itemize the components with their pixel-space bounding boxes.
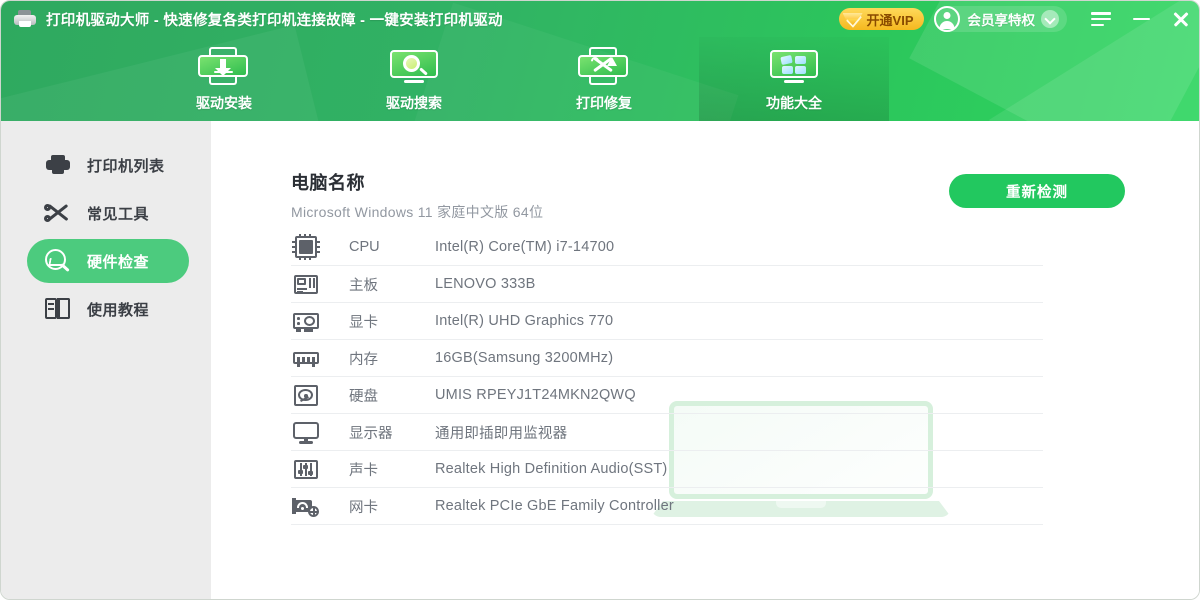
title-bar-controls: 开通VIP 会员享特权: [839, 1, 1200, 37]
hardware-value: Realtek High Definition Audio(SST): [435, 461, 667, 477]
window-header: 打印机驱动大师 - 快速修复各类打印机连接故障 - 一键安装打印机驱动 开通VI…: [1, 1, 1200, 121]
minimize-icon: [1133, 18, 1150, 21]
printer-icon: [43, 152, 73, 178]
monitor-icon: [291, 419, 321, 445]
table-row: 硬盘 UMIS RPEYJ1T24MKN2QWQ: [291, 377, 1043, 414]
pc-info-header: 电脑名称 Microsoft Windows 11 家庭中文版 64位: [291, 169, 543, 222]
table-row: 显示器 通用即插即用监视器: [291, 414, 1043, 451]
motherboard-icon: [291, 271, 321, 297]
monitor-grid-icon: [766, 46, 822, 90]
hardware-label: 硬盘: [349, 385, 435, 406]
member-privilege-button[interactable]: 会员享特权: [934, 6, 1068, 32]
hardware-label: CPU: [349, 239, 435, 255]
hardware-label: 显示器: [349, 422, 435, 443]
os-version-text: Microsoft Windows 11 家庭中文版 64位: [291, 202, 543, 222]
cpu-icon: [291, 234, 321, 260]
monitor-search-icon: [386, 46, 442, 90]
gpu-icon: [291, 308, 321, 334]
member-privilege-label: 会员享特权: [968, 9, 1036, 29]
printer-logo-icon: [13, 9, 37, 29]
tutorial-book-icon: [43, 296, 73, 322]
nav-tab-all-features[interactable]: 功能大全: [699, 37, 889, 121]
hardware-label: 内存: [349, 348, 435, 369]
table-row: 内存 16GB(Samsung 3200MHz): [291, 340, 1043, 377]
hamburger-icon: [1091, 12, 1111, 26]
open-vip-button[interactable]: 开通VIP: [839, 8, 924, 30]
nav-tab-label: 驱动搜索: [386, 93, 442, 113]
sidebar-item-hardware-check[interactable]: 硬件检查: [27, 239, 189, 283]
title-bar: 打印机驱动大师 - 快速修复各类打印机连接故障 - 一键安装打印机驱动 开通VI…: [1, 1, 1200, 37]
close-icon: [1172, 10, 1190, 28]
hardware-label: 声卡: [349, 459, 435, 480]
diamond-icon: [843, 11, 863, 27]
table-row: 声卡 Realtek High Definition Audio(SST): [291, 451, 1043, 488]
sidebar-item-label: 打印机列表: [87, 155, 165, 176]
hardware-value: 通用即插即用监视器: [435, 422, 567, 443]
table-row: 网卡 Realtek PCIe GbE Family Controller: [291, 488, 1043, 525]
nav-tab-driver-install[interactable]: 驱动安装: [129, 37, 319, 121]
nav-tab-printer-repair[interactable]: 打印修复: [509, 37, 699, 121]
ram-icon: [291, 345, 321, 371]
hardware-scan-icon: [43, 248, 73, 274]
hardware-value: UMIS RPEYJ1T24MKN2QWQ: [435, 387, 636, 403]
hardware-label: 主板: [349, 274, 435, 295]
sidebar: 打印机列表 常见工具 硬件检查 使用教程: [1, 121, 211, 600]
nav-tab-driver-search[interactable]: 驱动搜索: [319, 37, 509, 121]
hardware-label: 网卡: [349, 496, 435, 517]
table-row: 主板 LENOVO 333B: [291, 266, 1043, 303]
hardware-value: Intel(R) UHD Graphics 770: [435, 313, 613, 329]
netcard-icon: [291, 493, 321, 519]
sidebar-item-label: 使用教程: [87, 299, 149, 320]
open-vip-label: 开通VIP: [867, 10, 914, 29]
sidebar-item-printer-list[interactable]: 打印机列表: [27, 143, 189, 187]
sidebar-item-label: 硬件检查: [87, 251, 149, 272]
printer-wrench-icon: [576, 46, 632, 90]
window-title: 打印机驱动大师 - 快速修复各类打印机连接故障 - 一键安装打印机驱动: [46, 9, 503, 30]
hardware-value: 16GB(Samsung 3200MHz): [435, 350, 613, 366]
nav-tab-label: 驱动安装: [196, 93, 252, 113]
tools-icon: [43, 200, 73, 226]
soundcard-icon: [291, 456, 321, 482]
hardware-value: Realtek PCIe GbE Family Controller: [435, 498, 674, 514]
table-row: 显卡 Intel(R) UHD Graphics 770: [291, 303, 1043, 340]
printer-download-icon: [196, 46, 252, 90]
hardware-value: Intel(R) Core(TM) i7-14700: [435, 239, 614, 255]
hardware-list: CPU Intel(R) Core(TM) i7-14700 主板 LENOVO…: [291, 229, 1043, 525]
menu-button[interactable]: [1081, 1, 1121, 37]
hardware-label: 显卡: [349, 311, 435, 332]
sidebar-item-tutorial[interactable]: 使用教程: [27, 287, 189, 331]
page-title: 电脑名称: [291, 169, 543, 195]
content-area: 电脑名称 Microsoft Windows 11 家庭中文版 64位 重新检测: [211, 121, 1200, 600]
hardware-value: LENOVO 333B: [435, 276, 536, 292]
chevron-down-icon: [1041, 10, 1059, 28]
sidebar-item-common-tools[interactable]: 常见工具: [27, 191, 189, 235]
avatar: [934, 6, 960, 32]
main-nav: 驱动安装 驱动搜索: [1, 37, 1200, 121]
app-window: 打印机驱动大师 - 快速修复各类打印机连接故障 - 一键安装打印机驱动 开通VI…: [0, 0, 1200, 600]
minimize-button[interactable]: [1121, 1, 1161, 37]
close-button[interactable]: [1161, 1, 1200, 37]
nav-tab-label: 打印修复: [576, 93, 632, 113]
redetect-button[interactable]: 重新检测: [949, 174, 1125, 208]
table-row: CPU Intel(R) Core(TM) i7-14700: [291, 229, 1043, 266]
sidebar-item-label: 常见工具: [87, 203, 149, 224]
nav-tab-label: 功能大全: [766, 93, 822, 113]
harddisk-icon: [291, 382, 321, 408]
